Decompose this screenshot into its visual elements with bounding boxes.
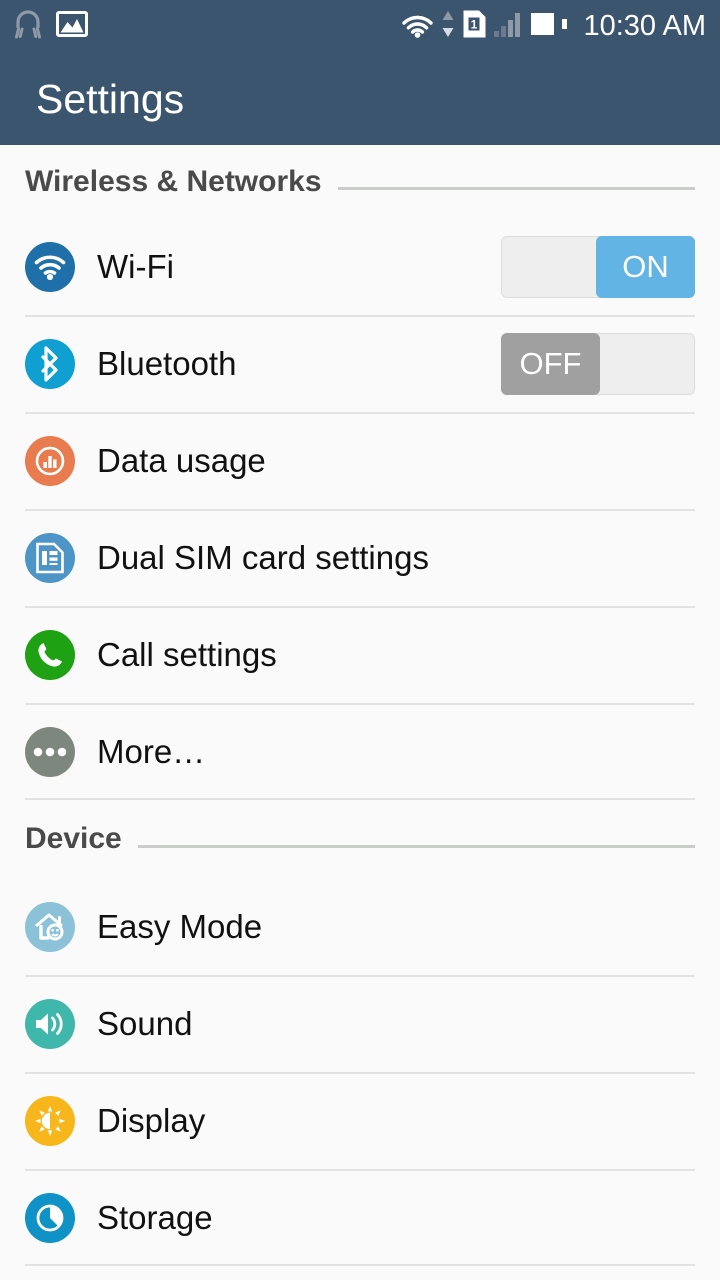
section-header-wireless: Wireless & Networks: [0, 145, 720, 218]
svg-text:1: 1: [471, 18, 478, 32]
settings-row-label: More…: [97, 733, 695, 771]
status-bar[interactable]: 1 10:30 AM: [0, 0, 720, 53]
easy-mode-house-icon: [25, 902, 75, 952]
settings-row-dual-sim[interactable]: Dual SIM card settings: [0, 509, 720, 606]
settings-row-bluetooth[interactable]: Bluetooth OFF: [0, 315, 720, 412]
settings-row-label: Sound: [97, 1005, 695, 1043]
settings-row-label: Easy Mode: [97, 908, 695, 946]
brightness-sun-icon: [25, 1096, 75, 1146]
settings-row-label: Dual SIM card settings: [97, 539, 695, 577]
screenshot-image-icon: [56, 11, 88, 42]
wifi-toggle[interactable]: ON: [501, 236, 695, 298]
more-dots-icon: [25, 727, 75, 777]
bluetooth-toggle-thumb[interactable]: OFF: [501, 333, 600, 395]
settings-row-call-settings[interactable]: Call settings: [0, 606, 720, 703]
status-bar-clock: 10:30 AM: [583, 10, 706, 43]
section-divider-rule: [138, 845, 695, 848]
sim-card-icon: [25, 533, 75, 583]
settings-row-sound[interactable]: Sound: [0, 975, 720, 1072]
speaker-icon: [25, 999, 75, 1049]
settings-row-storage[interactable]: Storage: [0, 1169, 720, 1266]
settings-row-label: Display: [97, 1102, 695, 1140]
section-header-device: Device: [0, 800, 720, 878]
settings-list[interactable]: Wireless & Networks Wi-Fi ON Bluetooth O…: [0, 145, 720, 1266]
storage-pie-icon: [25, 1193, 75, 1243]
cellular-signal-icon: [494, 11, 524, 43]
bluetooth-toggle[interactable]: OFF: [501, 333, 695, 395]
headphones-icon: [14, 9, 42, 44]
status-bar-right-icons: 1 10:30 AM: [401, 9, 706, 44]
settings-row-label: Call settings: [97, 636, 695, 674]
data-transfer-arrows-icon: [441, 9, 455, 44]
settings-row-display[interactable]: Display: [0, 1072, 720, 1169]
settings-row-label: Data usage: [97, 442, 695, 480]
sim-1-icon: 1: [462, 9, 487, 44]
settings-row-label: Storage: [97, 1199, 695, 1237]
phone-icon: [25, 630, 75, 680]
wifi-signal-icon: [401, 11, 434, 43]
section-title: Device: [25, 822, 138, 856]
wifi-icon: [25, 242, 75, 292]
settings-row-more[interactable]: More…: [0, 703, 720, 800]
section-title: Wireless & Networks: [25, 165, 338, 199]
status-bar-left-icons: [14, 9, 88, 44]
settings-row-label: Wi-Fi: [97, 248, 501, 286]
section-divider-rule: [338, 187, 695, 190]
action-bar: Settings: [0, 53, 720, 145]
settings-row-easy-mode[interactable]: Easy Mode: [0, 878, 720, 975]
settings-row-label: Bluetooth: [97, 345, 501, 383]
settings-row-wifi[interactable]: Wi-Fi ON: [0, 218, 720, 315]
page-title: Settings: [36, 76, 184, 123]
bluetooth-icon: [25, 339, 75, 389]
settings-row-data-usage[interactable]: Data usage: [0, 412, 720, 509]
data-usage-icon: [25, 436, 75, 486]
wifi-toggle-thumb[interactable]: ON: [596, 236, 695, 298]
battery-icon: [531, 12, 571, 41]
